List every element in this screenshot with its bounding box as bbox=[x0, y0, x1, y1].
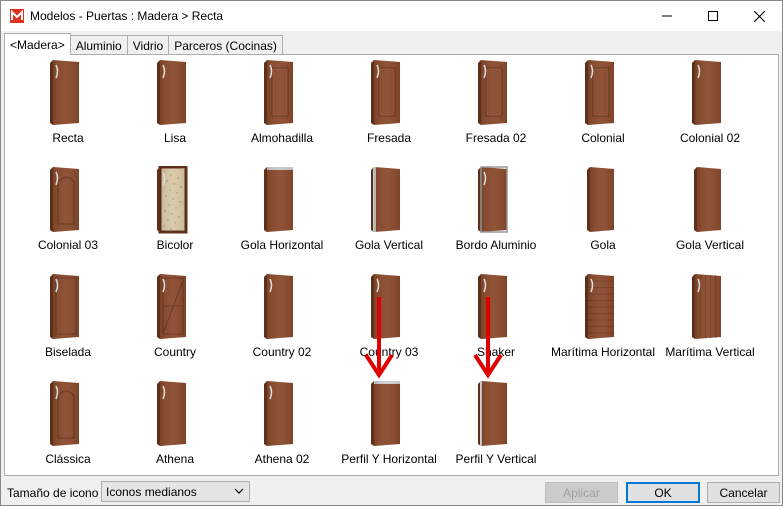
door-thumbnail-icon bbox=[371, 60, 400, 125]
tab-parceros-cocinas[interactable]: Parceros (Cocinas) bbox=[168, 35, 283, 55]
door-thumbnail-icon bbox=[50, 381, 79, 446]
red-arrow-annotation bbox=[364, 297, 394, 379]
icon-size-value: Iconos medianos bbox=[106, 484, 197, 499]
app-logo-icon bbox=[10, 9, 24, 23]
title-bar[interactable]: Modelos - Puertas : Madera > Recta bbox=[1, 1, 782, 31]
door-thumbnail-icon bbox=[264, 381, 293, 446]
maximize-icon bbox=[708, 11, 718, 21]
door-thumbnail-icon bbox=[264, 167, 293, 232]
red-arrow-annotation bbox=[473, 297, 503, 379]
door-thumbnail-icon bbox=[50, 274, 79, 339]
close-button[interactable] bbox=[736, 1, 782, 31]
tab-madera[interactable]: <Madera> bbox=[4, 33, 71, 55]
door-thumbnail-icon bbox=[157, 274, 186, 339]
tab-vidrio[interactable]: Vidrio bbox=[126, 35, 170, 55]
door-thumbnail-icon bbox=[157, 381, 186, 446]
chevron-down-icon bbox=[234, 488, 244, 494]
models-panel: Recta Lisa Almohadilla Fresada Fresada 02 Col… bbox=[4, 54, 779, 476]
door-thumbnail-icon bbox=[264, 60, 293, 125]
close-icon bbox=[753, 10, 765, 22]
model-grid: Recta Lisa Almohadilla Fresada Fresada 02 Col… bbox=[5, 55, 778, 475]
door-thumbnail-icon bbox=[585, 60, 614, 125]
model-item[interactable]: Gola Vertical bbox=[657, 166, 763, 266]
door-thumbnail-icon bbox=[264, 274, 293, 339]
door-thumbnail-icon bbox=[587, 167, 614, 232]
minimize-icon bbox=[662, 15, 672, 17]
door-thumbnail-icon bbox=[157, 60, 186, 125]
model-label: Colonial 02 bbox=[679, 131, 741, 145]
apply-button[interactable]: Aplicar bbox=[545, 482, 618, 503]
model-item[interactable]: Marítima Vertical bbox=[657, 273, 763, 373]
model-label: Gola Vertical bbox=[675, 238, 745, 252]
door-thumbnail-icon bbox=[371, 381, 400, 446]
maximize-button[interactable] bbox=[690, 1, 736, 31]
door-thumbnail-icon bbox=[478, 166, 508, 233]
bottom-bar: Tamaño de icono Iconos medianos Aplicar … bbox=[1, 479, 782, 506]
minimize-button[interactable] bbox=[644, 1, 690, 31]
door-thumbnail-icon bbox=[478, 60, 507, 125]
ok-button[interactable]: OK bbox=[626, 482, 700, 503]
door-thumbnail-icon bbox=[50, 167, 79, 232]
category-tabs: <Madera> Aluminio Vidrio Parceros (Cocin… bbox=[4, 33, 283, 55]
models-dialog: Modelos - Puertas : Madera > Recta <Made… bbox=[0, 0, 783, 506]
door-thumbnail-icon bbox=[157, 166, 188, 234]
tab-aluminio[interactable]: Aluminio bbox=[69, 35, 128, 55]
model-label: Perfil Y Vertical bbox=[455, 452, 537, 466]
door-thumbnail-icon bbox=[692, 60, 721, 125]
icon-size-label: Tamaño de icono bbox=[7, 486, 99, 500]
door-thumbnail-icon bbox=[371, 167, 400, 232]
model-item[interactable]: Perfil Y Vertical bbox=[443, 380, 549, 480]
cancel-button[interactable]: Cancelar bbox=[707, 482, 780, 503]
door-thumbnail-icon bbox=[585, 274, 614, 339]
window-title: Modelos - Puertas : Madera > Recta bbox=[30, 9, 224, 23]
door-thumbnail-icon bbox=[478, 381, 507, 446]
door-thumbnail-icon bbox=[50, 60, 79, 125]
door-thumbnail-icon bbox=[692, 274, 721, 339]
door-thumbnail-icon bbox=[694, 167, 721, 232]
icon-size-select[interactable]: Iconos medianos bbox=[101, 481, 250, 502]
model-label: Marítima Vertical bbox=[665, 345, 755, 359]
model-item[interactable]: Colonial 02 bbox=[657, 59, 763, 159]
